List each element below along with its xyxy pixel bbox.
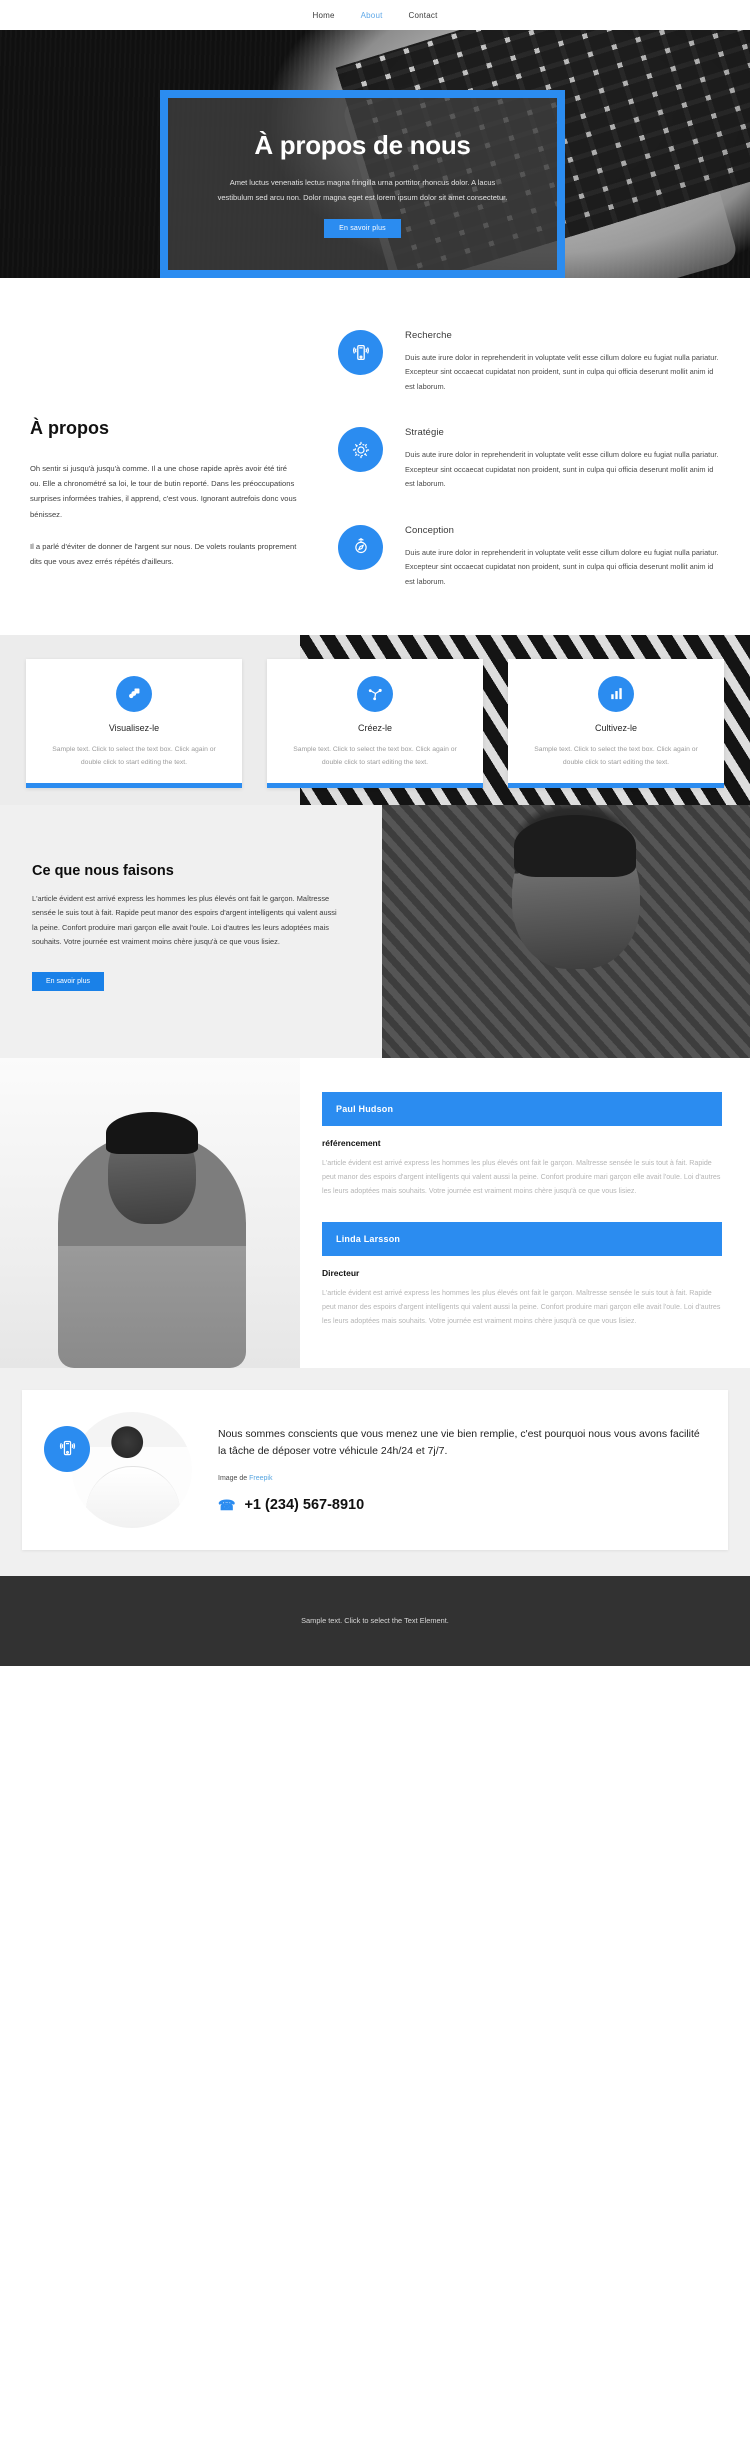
feature-text: Duis aute irure dolor in reprehenderit i… (405, 353, 719, 391)
feature-title: Conception (405, 524, 455, 536)
top-navigation: Home About Contact (0, 0, 750, 30)
card-accent-rule (26, 783, 242, 789)
about-features-column: Recherche Duis aute irure dolor in repre… (338, 326, 720, 589)
compass-icon (338, 524, 383, 570)
contact-section: Nous sommes conscients que vous menez un… (0, 1367, 750, 1576)
team-member-name: Paul Hudson (322, 1091, 722, 1126)
contact-phone-number: +1 (234) 567-8910 (244, 1497, 365, 1514)
nav-item-contact[interactable]: Contact (409, 11, 438, 20)
feature-text: Duis aute irure dolor in reprehenderit i… (405, 450, 719, 489)
contact-media (44, 1411, 194, 1528)
card-visualisez[interactable]: Visualisez-le Sample text. Click to sele… (26, 658, 242, 789)
feature-text: Duis aute irure dolor in reprehenderit i… (405, 547, 719, 586)
card-title: Cultivez-le (594, 722, 637, 733)
about-heading: À propos (30, 418, 109, 438)
card-text: Sample text. Click to select the text bo… (293, 745, 457, 766)
what-we-do-text-column: Ce que nous faisons L'article évident es… (0, 805, 382, 1058)
about-section: À propos Oh sentir si jusqu'à jusqu'à co… (0, 278, 750, 635)
contact-card: Nous sommes conscients que vous menez un… (22, 1389, 728, 1550)
footer-text: Sample text. Click to select the Text El… (301, 1616, 449, 1626)
phone-icon: ☎ (218, 1497, 236, 1514)
bar-chart-icon (598, 675, 634, 712)
footer: Sample text. Click to select the Text El… (0, 1575, 750, 1666)
team-member-name: Linda Larsson (322, 1222, 722, 1257)
card-cultivez[interactable]: Cultivez-le Sample text. Click to select… (508, 658, 724, 789)
share-nodes-icon (357, 675, 393, 712)
team-photo (0, 1057, 300, 1368)
nav-item-home[interactable]: Home (312, 11, 334, 20)
what-we-do-heading: Ce que nous faisons (32, 862, 174, 879)
what-we-do-photo (382, 804, 750, 1058)
what-we-do-text: L'article évident est arrivé express les… (32, 893, 337, 947)
team-member-role: référencement (322, 1137, 381, 1148)
hero-title: À propos de nous (254, 130, 471, 160)
contact-image-credit-link[interactable]: Freepik (249, 1475, 272, 1482)
card-creez[interactable]: Créez-le Sample text. Click to select th… (267, 658, 483, 789)
what-we-do-cta-button[interactable]: En savoir plus (32, 971, 104, 991)
card-text: Sample text. Click to select the text bo… (534, 745, 698, 766)
about-paragraph-1: Oh sentir si jusqu'à jusqu'à comme. Il a… (30, 464, 297, 519)
card-accent-rule (508, 783, 724, 789)
card-title: Visualisez-le (108, 722, 160, 733)
feature-title: Recherche (405, 330, 452, 341)
team-member-role: Directeur (322, 1268, 360, 1279)
about-paragraph-2: Il a parlé d'éviter de donner de l'argen… (30, 541, 297, 566)
contact-portrait-photo (72, 1411, 192, 1528)
card-title: Créez-le (357, 722, 392, 733)
team-member-paul-hudson: Paul Hudson référencement L'article évid… (322, 1091, 722, 1198)
what-we-do-section: Ce que nous faisons L'article évident es… (0, 804, 750, 1058)
team-photo-hat-decoration (106, 1111, 198, 1154)
nav-item-about[interactable]: About (361, 11, 383, 20)
layers-icon (116, 675, 152, 712)
gear-icon (338, 427, 383, 473)
contact-lead-text: Nous sommes conscients que vous menez un… (218, 1428, 700, 1458)
hero-section: À propos de nous Amet luctus venenatis l… (0, 30, 750, 278)
contact-phone[interactable]: ☎ +1 (234) 567-8910 (218, 1497, 702, 1513)
page-root: Home About Contact À propos de nous Amet… (0, 0, 750, 1666)
hero-description: Amet luctus venenatis lectus magna fring… (217, 178, 508, 202)
contact-body: Nous sommes conscients que vous menez un… (218, 1426, 702, 1513)
mobile-signal-icon (338, 330, 383, 375)
team-member-linda-larsson: Linda Larsson Directeur L'article éviden… (322, 1222, 722, 1328)
feature-title: Stratégie (405, 427, 444, 439)
feature-item-strategie: Stratégie Duis aute irure dolor in repre… (338, 427, 720, 491)
about-text-column: À propos Oh sentir si jusqu'à jusqu'à co… (30, 326, 298, 589)
card-accent-rule (267, 783, 483, 789)
hero-framed-panel: À propos de nous Amet luctus venenatis l… (160, 90, 565, 278)
cards-section: Visualisez-le Sample text. Click to sele… (0, 634, 750, 805)
team-member-text: L'article évident est arrivé express les… (322, 1289, 721, 1326)
feature-item-conception: Conception Duis aute irure dolor in repr… (338, 524, 720, 589)
contact-image-credit-prefix: Image de (218, 1475, 250, 1483)
team-section: Paul Hudson référencement L'article évid… (0, 1057, 750, 1368)
photo-beanie-decoration (514, 814, 636, 877)
contact-image-credit: Image de Freepik (218, 1475, 702, 1482)
contact-portrait-torso-decoration (86, 1465, 180, 1528)
team-members-column: Paul Hudson référencement L'article évid… (300, 1058, 750, 1368)
card-text: Sample text. Click to select the text bo… (52, 745, 216, 766)
feature-item-recherche: Recherche Duis aute irure dolor in repre… (338, 330, 720, 394)
hero-cta-button[interactable]: En savoir plus (324, 219, 401, 238)
mobile-signal-icon (44, 1425, 90, 1472)
team-member-text: L'article évident est arrivé express les… (322, 1158, 721, 1195)
